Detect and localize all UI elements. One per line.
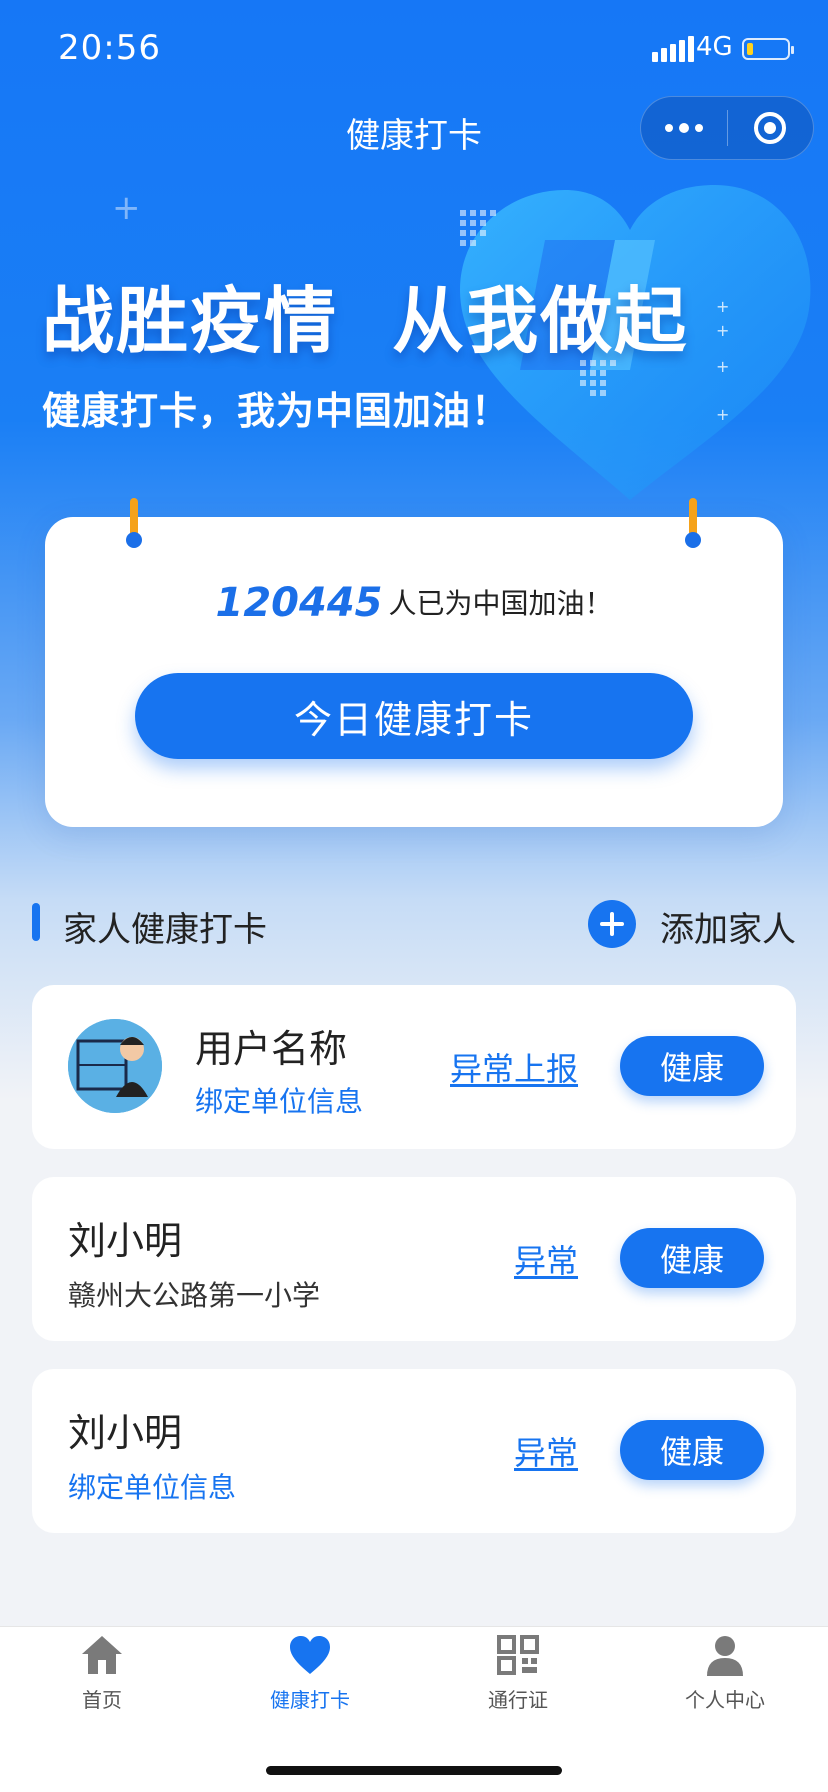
home-indicator: [266, 1766, 562, 1775]
svg-text:+: +: [716, 405, 729, 424]
section-accent-bar: [32, 903, 40, 941]
battery-icon: [742, 38, 794, 60]
svg-text:+: +: [716, 357, 729, 376]
healthy-button[interactable]: 健康: [620, 1036, 764, 1096]
calendar-ring-right: [685, 498, 701, 550]
hero-title: 战胜疫情 从我做起: [42, 279, 689, 363]
network-type: 4G: [696, 32, 733, 62]
member-name: 用户名称: [195, 1027, 348, 1071]
user-icon: [707, 1636, 743, 1676]
supporter-count-suffix: 人已为中国加油！: [388, 587, 613, 620]
home-icon: [82, 1636, 122, 1674]
healthy-button[interactable]: 健康: [620, 1228, 764, 1288]
member-name: 刘小明: [68, 1219, 183, 1263]
svg-text:+: +: [716, 321, 729, 340]
report-abnormal-link[interactable]: 异常: [514, 1428, 578, 1474]
supporter-count: 120445: [215, 580, 383, 626]
family-section-title: 家人健康打卡: [63, 910, 267, 950]
add-family-icon[interactable]: [588, 900, 636, 948]
healthy-button[interactable]: 健康: [620, 1420, 764, 1480]
calendar-ring-left: [126, 498, 142, 550]
member-name: 刘小明: [68, 1411, 183, 1455]
tab-pass[interactable]: 通行证: [438, 1634, 598, 1713]
add-family-button[interactable]: 添加家人: [660, 902, 796, 951]
daily-checkin-button[interactable]: 今日健康打卡: [135, 673, 693, 759]
tab-label: 健康打卡: [270, 1688, 350, 1712]
tab-label: 首页: [82, 1688, 122, 1712]
heart-icon: [290, 1636, 330, 1674]
hero-subtitle: 健康打卡，我为中国加油！: [42, 389, 511, 433]
tab-profile[interactable]: 个人中心: [645, 1634, 805, 1713]
close-record-icon[interactable]: [728, 112, 814, 144]
svg-text:+: +: [716, 297, 729, 316]
tab-label: 个人中心: [685, 1688, 765, 1712]
tab-label: 通行证: [488, 1688, 548, 1712]
more-menu-icon[interactable]: [641, 122, 727, 133]
mini-program-capsule: [640, 96, 814, 160]
tab-home[interactable]: 首页: [22, 1634, 182, 1713]
qr-code-icon: [497, 1635, 539, 1675]
member-unit: 赣州大公路第一小学: [68, 1279, 321, 1312]
avatar: [68, 1019, 162, 1113]
signal-icon: [652, 36, 694, 62]
report-abnormal-link[interactable]: 异常上报: [450, 1044, 578, 1090]
status-time: 20:56: [58, 28, 161, 68]
plus-decoration-icon: +: [112, 188, 141, 228]
tab-health-checkin[interactable]: 健康打卡: [230, 1634, 390, 1713]
supporter-count-line: 120445 人已为中国加油！: [45, 580, 783, 626]
member-unit-link[interactable]: 绑定单位信息: [195, 1080, 363, 1120]
report-abnormal-link[interactable]: 异常: [514, 1236, 578, 1282]
checkin-card: [45, 517, 783, 827]
member-unit-link[interactable]: 绑定单位信息: [68, 1466, 236, 1506]
